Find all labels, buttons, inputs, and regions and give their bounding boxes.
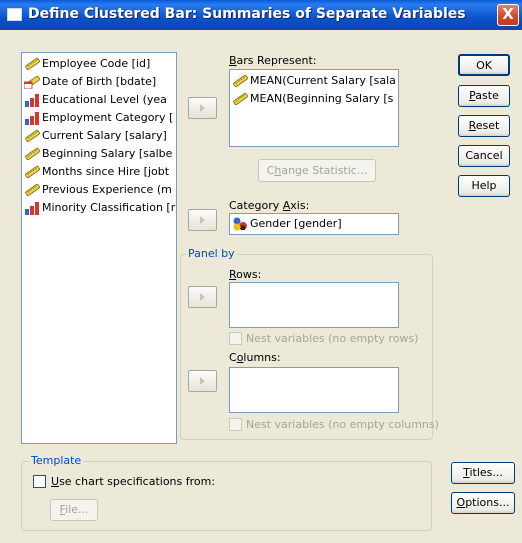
source-variable-list[interactable]: Employee Code [id] Date of Birth [bdate] E… (21, 52, 177, 444)
rows-list[interactable] (229, 282, 399, 328)
right-arrow-icon (200, 216, 205, 224)
titles-button[interactable]: Titles... (451, 462, 515, 484)
variable-list-item-label: Previous Experience (m (42, 183, 172, 196)
variable-list-item-label: Employment Category [ (42, 111, 174, 124)
ordinal-bar-icon (24, 93, 40, 107)
nest-columns-label: Nest variables (no empty columns) (246, 418, 439, 431)
variable-list-item[interactable]: Employee Code [id] (22, 55, 176, 73)
scale-ruler-icon (232, 74, 248, 88)
help-button[interactable]: Help (458, 175, 510, 197)
variable-list-item[interactable]: Date of Birth [bdate] (22, 73, 176, 91)
variable-list-item-label: Beginning Salary [salbe (42, 147, 173, 160)
scale-ruler-icon (24, 57, 40, 71)
variable-list-item[interactable]: Current Salary [salary] (22, 127, 176, 145)
category-axis-field[interactable]: Gender [gender] (229, 213, 399, 235)
title-bar[interactable]: Define Clustered Bar: Summaries of Separ… (0, 0, 522, 30)
panel-by-legend: Panel by (186, 247, 237, 260)
cancel-button[interactable]: Cancel (458, 145, 510, 167)
variable-list-item[interactable]: Previous Experience (m (22, 181, 176, 199)
bars-represent-list[interactable]: MEAN(Current Salary [sala MEAN(Beginning … (229, 69, 399, 147)
scale-ruler-icon (232, 92, 248, 106)
ok-button[interactable]: OK (458, 54, 510, 76)
variable-list-item-label: Minority Classification [r (42, 201, 176, 214)
scale-ruler-icon (24, 147, 40, 161)
nest-rows-label: Nest variables (no empty rows) (246, 332, 419, 345)
window-icon (7, 8, 22, 21)
variable-list-item[interactable]: Beginning Salary [salbe (22, 145, 176, 163)
window-title: Define Clustered Bar: Summaries of Separ… (28, 6, 466, 22)
scale-ruler-icon (24, 129, 40, 143)
variable-list-item-label: Employee Code [id] (42, 57, 151, 70)
scale-ruler-icon (24, 165, 40, 179)
variable-list-item-label: Months since Hire [jobt (42, 165, 170, 178)
file-button[interactable]: File... (50, 499, 98, 521)
use-chart-specifications-label: Use chart specifications from: (51, 475, 216, 488)
nest-rows-checkbox[interactable] (229, 332, 242, 345)
category-axis-label: Category Axis: (229, 199, 310, 212)
reset-button[interactable]: Reset (458, 115, 510, 137)
move-to-rows-button[interactable] (188, 286, 217, 308)
move-to-columns-button[interactable] (188, 370, 217, 392)
bars-represent-item[interactable]: MEAN(Current Salary [sala (230, 72, 398, 90)
scale-ruler-icon (24, 183, 40, 197)
variable-list-item[interactable]: Months since Hire [jobt (22, 163, 176, 181)
right-arrow-icon (200, 104, 205, 112)
bars-represent-item-label: MEAN(Current Salary [sala (250, 74, 396, 87)
nest-columns-checkbox[interactable] (229, 418, 242, 431)
variable-list-item-label: Educational Level (yea (42, 93, 167, 106)
bars-represent-label: Bars Represent: (229, 54, 317, 67)
category-axis-item[interactable]: Gender [gender] (230, 214, 398, 234)
category-axis-value: Gender [gender] (250, 217, 342, 230)
use-chart-specifications-checkbox[interactable] (33, 475, 46, 488)
bars-represent-item[interactable]: MEAN(Beginning Salary [s (230, 90, 398, 108)
right-arrow-icon (200, 293, 205, 301)
variable-list-item[interactable]: Educational Level (yea (22, 91, 176, 109)
bars-represent-item-label: MEAN(Beginning Salary [s (250, 92, 394, 105)
change-statistic-button[interactable]: Change Statistic... (258, 159, 376, 182)
template-legend: Template (29, 454, 84, 467)
define-clustered-bar-dialog: Define Clustered Bar: Summaries of Separ… (0, 0, 522, 543)
options-button[interactable]: Options... (451, 492, 515, 514)
columns-label: Columns: (229, 351, 281, 364)
rows-label: Rows: (229, 268, 262, 281)
paste-button[interactable]: Paste (458, 85, 510, 107)
nominal-gender-icon (232, 217, 248, 231)
right-arrow-icon (200, 377, 205, 385)
columns-list[interactable] (229, 367, 399, 413)
variable-list-item[interactable]: Employment Category [ (22, 109, 176, 127)
move-to-bars-button[interactable] (188, 97, 217, 119)
date-scale-icon (24, 75, 40, 89)
ordinal-bar-icon (24, 201, 40, 215)
variable-list-item[interactable]: Minority Classification [r (22, 199, 176, 217)
move-to-category-axis-button[interactable] (188, 209, 217, 231)
ordinal-bar-icon (24, 111, 40, 125)
variable-list-item-label: Date of Birth [bdate] (42, 75, 157, 88)
close-button[interactable]: X (497, 4, 519, 26)
variable-list-item-label: Current Salary [salary] (42, 129, 167, 142)
